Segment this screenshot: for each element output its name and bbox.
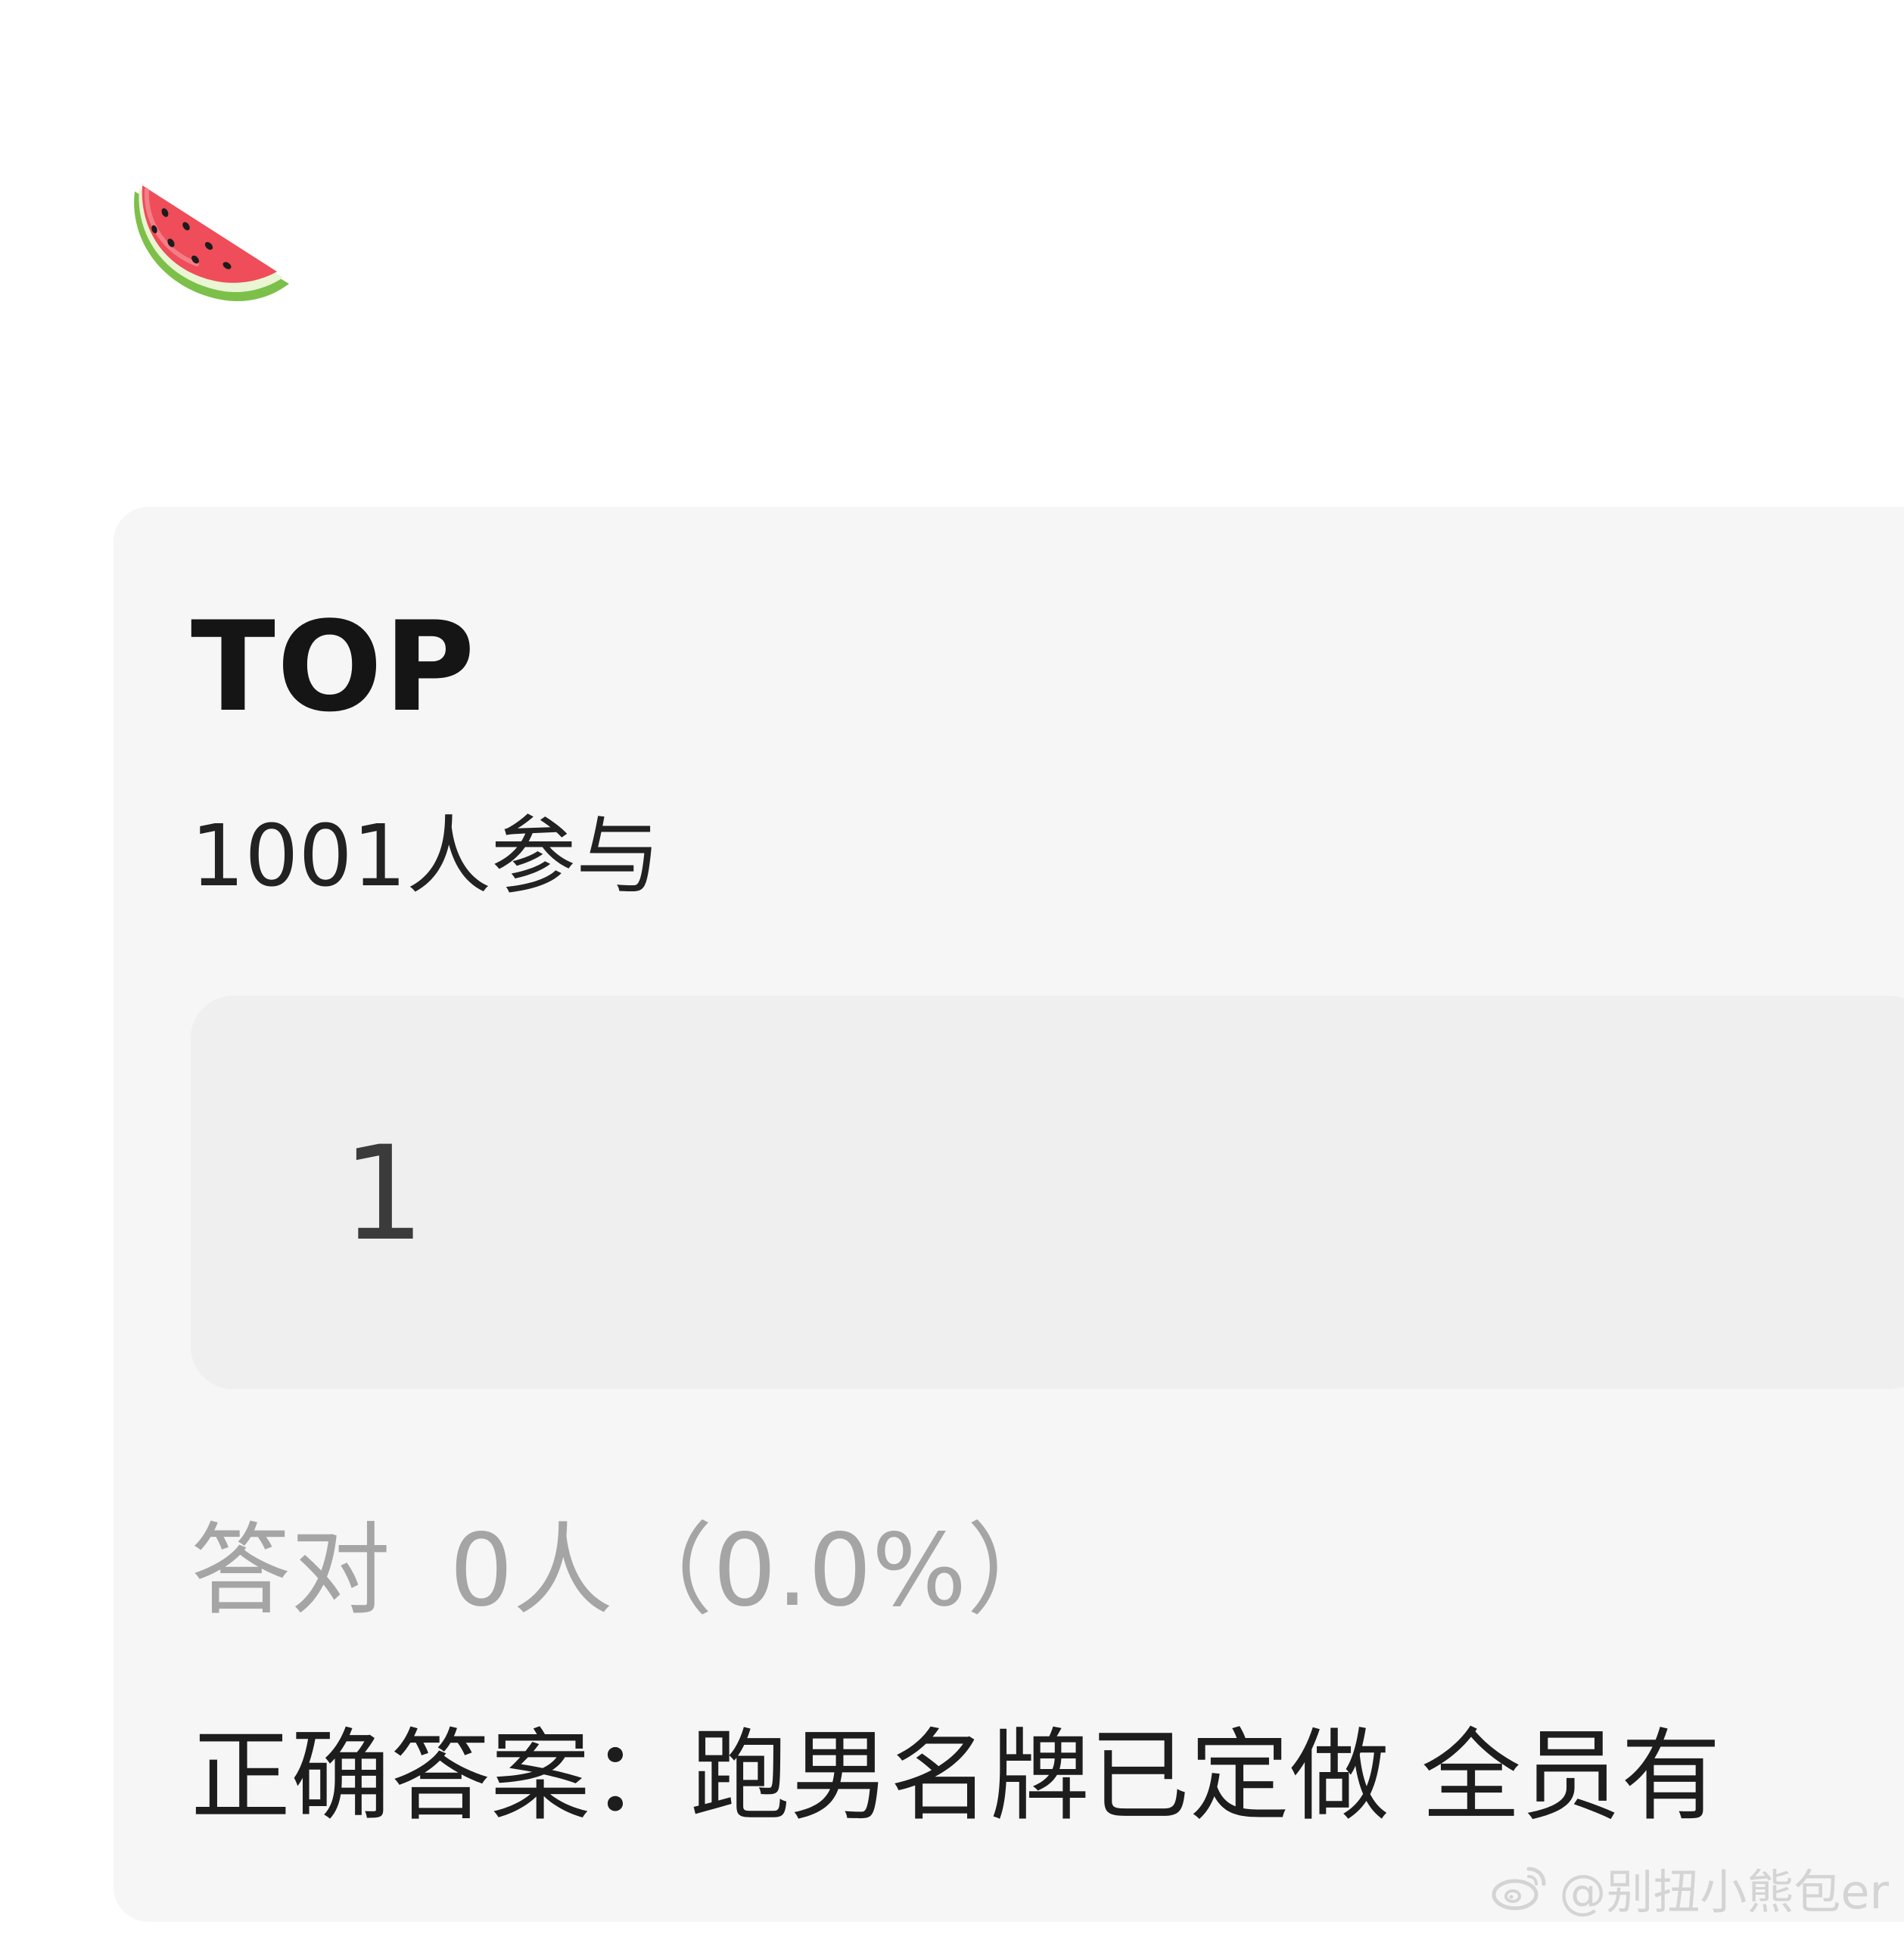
watermark-text: @别扭小熊包er [1559,1864,1889,1920]
answer-option[interactable]: 1 [191,996,1904,1389]
correct-count: 答对 0人（0.0%） [191,1521,1066,1621]
quiz-title: TOP [191,595,477,739]
correct-answer: 正确答案：跑男名牌已定做 全员有 [191,1718,1721,1835]
correct-value: 0人（0.0%） [450,1513,1067,1629]
option-number: 1 [342,1118,425,1270]
watermelon-icon [121,170,295,314]
watermark: @别扭小熊包er [1489,1854,1889,1922]
correct-label: 答对 [191,1513,390,1629]
participant-count: 1001人参与 [191,807,661,906]
weibo-logo-icon [1492,1867,1546,1911]
